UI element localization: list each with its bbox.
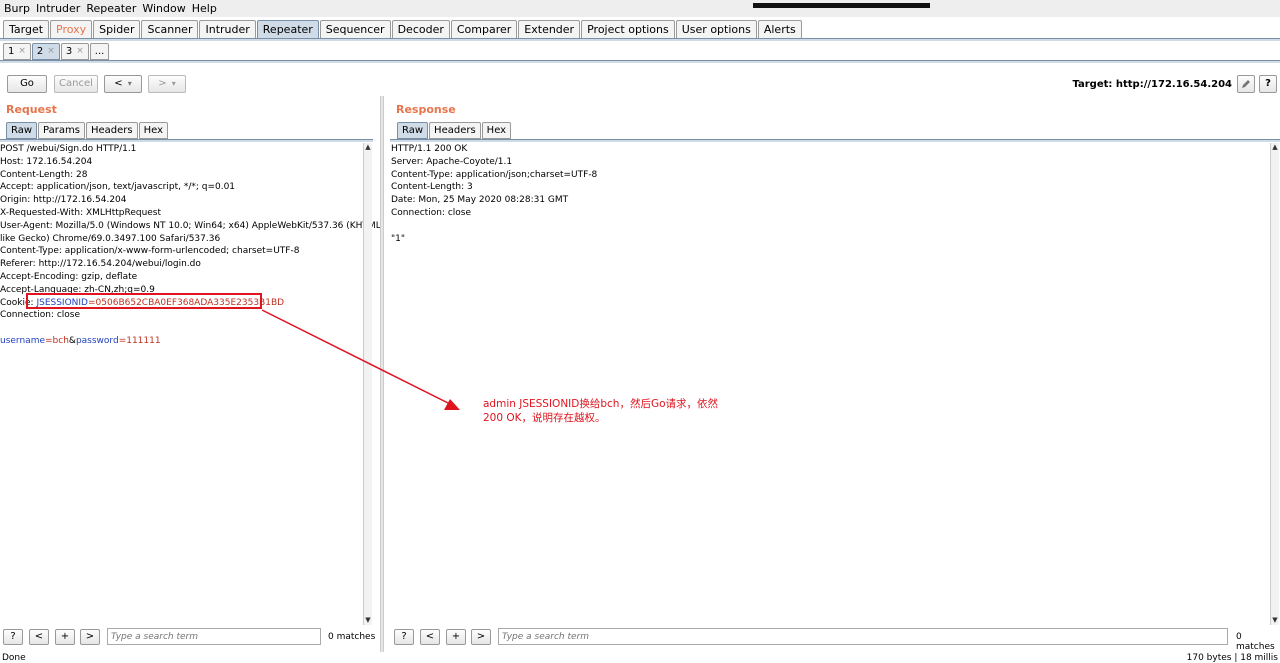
annotation-arrow	[261, 309, 460, 410]
annotation-text: admin JSESSIONID换给bch，然后Go请求，依然200 OK，说明…	[483, 398, 719, 424]
